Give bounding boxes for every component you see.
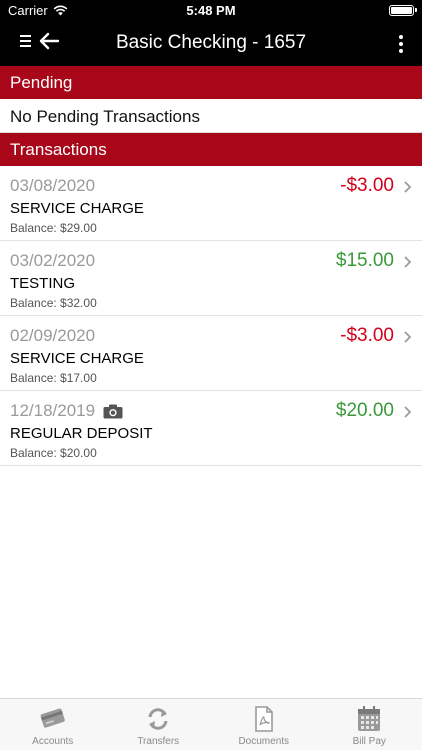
transaction-amount: $20.00 (335, 400, 394, 421)
transaction-balance: Balance: $29.00 (10, 221, 97, 235)
tab-bill-pay[interactable]: Bill Pay (317, 699, 422, 750)
transaction-row[interactable]: 02/09/2020 -$3.00 SERVICE CHARGE Balance… (0, 316, 422, 391)
transaction-amount: -$3.00 (340, 175, 394, 196)
tab-label: Transfers (137, 736, 180, 747)
transaction-description: REGULAR DEPOSIT (10, 425, 153, 442)
app-screen: Carrier 5:48 PM Basic Checking - 1657 Pe… (0, 0, 422, 750)
status-bar: Carrier 5:48 PM (0, 0, 422, 22)
top-bar: Carrier 5:48 PM Basic Checking - 1657 (0, 0, 422, 66)
transaction-date-area: 12/18/2019 (10, 401, 123, 421)
no-pending-message: No Pending Transactions (0, 100, 422, 133)
battery-icon (389, 5, 417, 16)
transaction-date: 12/18/2019 (10, 401, 96, 420)
transaction-date: 02/09/2020 (10, 326, 96, 345)
tab-bar: Accounts Transfers Documents Bill Pay (0, 698, 422, 750)
accounts-card-icon (40, 708, 65, 728)
chevron-right-icon (404, 256, 412, 268)
tab-label: Documents (238, 736, 290, 747)
transaction-date-area: 03/02/2020 (10, 251, 95, 271)
transactions-section-header: Transactions (0, 133, 422, 166)
transaction-amount: -$3.00 (340, 325, 394, 346)
chevron-right-icon (404, 406, 412, 418)
status-time: 5:48 PM (186, 3, 236, 18)
transaction-date: 03/02/2020 (10, 251, 96, 270)
chevron-right-icon (404, 181, 412, 193)
page-title: Basic Checking - 1657 (115, 32, 307, 53)
nav-bar: Basic Checking - 1657 (0, 22, 422, 66)
transaction-date: 03/08/2020 (10, 176, 96, 195)
transaction-list: 03/08/2020 -$3.00 SERVICE CHARGE Balance… (0, 166, 422, 466)
pending-section-header: Pending (0, 66, 422, 99)
transaction-balance: Balance: $32.00 (10, 296, 97, 310)
tab-label: Bill Pay (352, 736, 386, 747)
transaction-row[interactable]: 03/08/2020 -$3.00 SERVICE CHARGE Balance… (0, 166, 422, 241)
transaction-row[interactable]: 03/02/2020 $15.00 TESTING Balance: $32.0… (0, 241, 422, 316)
tab-transfers[interactable]: Transfers (106, 699, 212, 750)
tab-documents[interactable]: Documents (211, 699, 317, 750)
transaction-row[interactable]: 12/18/2019 $20.00 REGULAR DEPOSIT Balanc… (0, 391, 422, 466)
transfer-arrows-icon (148, 708, 168, 730)
transaction-description: TESTING (10, 275, 76, 292)
more-vertical-icon[interactable] (396, 34, 406, 54)
tab-label: Accounts (32, 736, 74, 747)
calendar-icon (358, 706, 381, 731)
chevron-right-icon (404, 331, 412, 343)
transaction-amount: $15.00 (335, 250, 394, 271)
transaction-description: SERVICE CHARGE (10, 350, 144, 367)
camera-icon (103, 404, 123, 418)
transaction-date-area: 03/08/2020 (10, 176, 95, 196)
tab-accounts[interactable]: Accounts (0, 699, 106, 750)
transaction-description: SERVICE CHARGE (10, 200, 144, 217)
transaction-balance: Balance: $17.00 (10, 371, 97, 385)
transaction-balance: Balance: $20.00 (10, 446, 97, 460)
pdf-document-icon (254, 706, 273, 732)
transaction-date-area: 02/09/2020 (10, 326, 95, 346)
